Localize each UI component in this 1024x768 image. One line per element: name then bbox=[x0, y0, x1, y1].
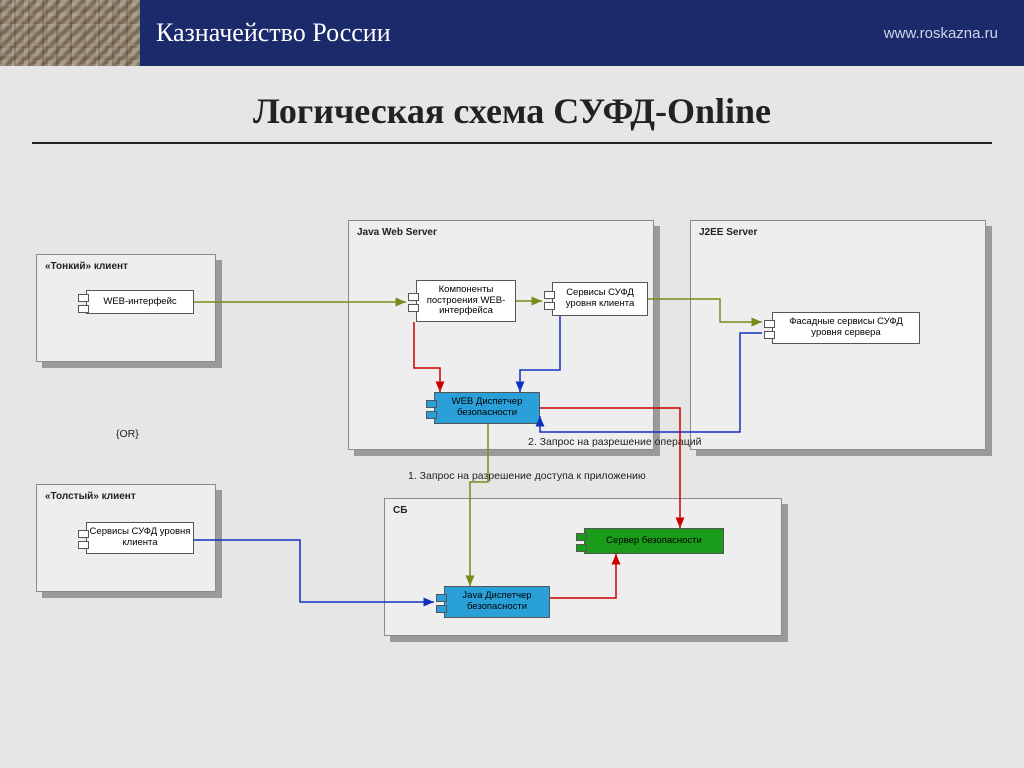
comp-java-security-dispatcher: Java Диспетчер безопасности bbox=[444, 586, 550, 618]
or-label: {OR} bbox=[116, 428, 139, 440]
header-photo bbox=[0, 0, 140, 66]
comp-label: WEB Диспетчер безопасности bbox=[437, 397, 537, 419]
comp-label: Сервисы СУФД уровня клиента bbox=[89, 527, 191, 549]
title-rule bbox=[32, 142, 992, 144]
comp-sufd-client-services: Сервисы СУФД уровня клиента bbox=[552, 282, 648, 316]
container-label: J2EE Server bbox=[699, 227, 757, 238]
container-label: «Тонкий» клиент bbox=[45, 261, 128, 272]
comp-security-server: Сервер безопасности bbox=[584, 528, 724, 554]
comp-sufd-client-services-thick: Сервисы СУФД уровня клиента bbox=[86, 522, 194, 554]
comp-label: Сервер безопасности bbox=[606, 536, 702, 547]
header-bar: Казначейство России www.roskazna.ru bbox=[0, 0, 1024, 66]
container-label: Java Web Server bbox=[357, 227, 437, 238]
comp-label: Java Диспетчер безопасности bbox=[447, 591, 547, 613]
container-label: СБ bbox=[393, 505, 407, 516]
note-access-permission: 1. Запрос на разрешение доступа к прилож… bbox=[408, 470, 646, 482]
comp-web-interface-builder: Компоненты построения WEB-интерфейса bbox=[416, 280, 516, 322]
org-url: www.roskazna.ru bbox=[884, 25, 998, 42]
note-op-permission: 2. Запрос на разрешение операций bbox=[528, 436, 701, 448]
comp-facade-services: Фасадные сервисы СУФД уровня сервера bbox=[772, 312, 920, 344]
org-title: Казначейство России bbox=[156, 18, 391, 48]
comp-web-security-dispatcher: WEB Диспетчер безопасности bbox=[434, 392, 540, 424]
diagram-canvas: «Тонкий» клиент WEB-интерфейс {OR} «Толс… bbox=[0, 170, 1024, 768]
comp-web-interface: WEB-интерфейс bbox=[86, 290, 194, 314]
container-label: «Толстый» клиент bbox=[45, 491, 136, 502]
comp-label: Сервисы СУФД уровня клиента bbox=[555, 288, 645, 310]
page-title: Логическая схема СУФД-Online bbox=[0, 90, 1024, 132]
comp-label: Компоненты построения WEB-интерфейса bbox=[419, 285, 513, 318]
comp-label: Фасадные сервисы СУФД уровня сервера bbox=[775, 317, 917, 339]
comp-label: WEB-интерфейс bbox=[103, 297, 176, 308]
